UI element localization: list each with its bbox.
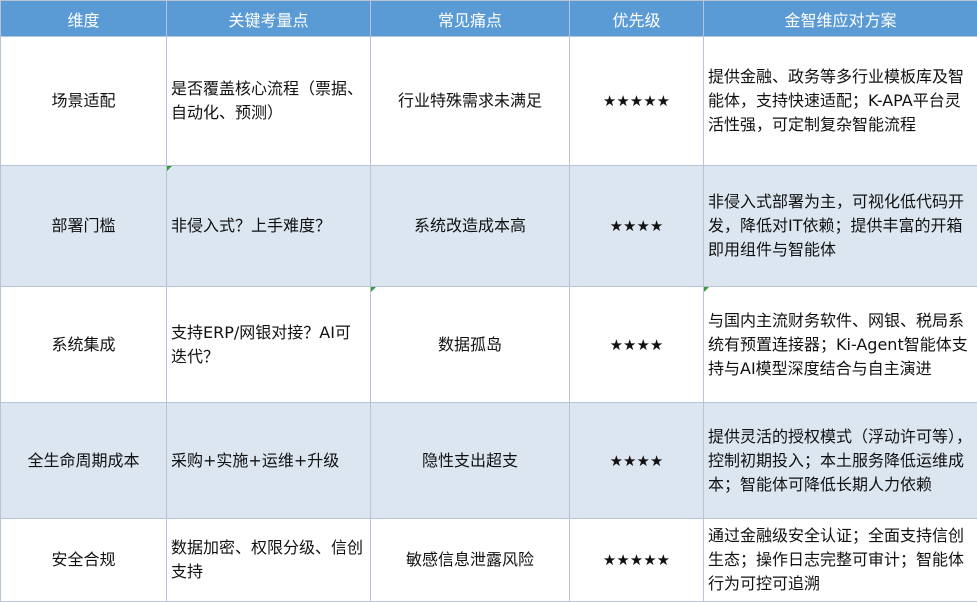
cell-solution: 通过金融级安全认证；全面支持信创生态；操作日志完整可审计；智能体行为可控可追溯 xyxy=(704,519,977,602)
header-considerations: 关键考量点 xyxy=(167,1,371,37)
cell-dimension: 部署门槛 xyxy=(1,166,167,287)
table-row: 系统集成 支持ERP/网银对接？AI可迭代？ 数据孤岛 ★★★★ 与国内主流财务… xyxy=(1,287,977,403)
comparison-table: 维度 关键考量点 常见痛点 优先级 金智维应对方案 场景适配 是否覆盖核心流程（… xyxy=(0,0,977,602)
cell-priority-stars: ★★★★ xyxy=(570,287,704,403)
table-row: 安全合规 数据加密、权限分级、信创支持 敏感信息泄露风险 ★★★★★ 通过金融级… xyxy=(1,519,977,602)
cell-dimension: 系统集成 xyxy=(1,287,167,403)
cell-dimension: 全生命周期成本 xyxy=(1,403,167,519)
cell-considerations: 采购+实施+运维+升级 xyxy=(167,403,371,519)
cell-considerations: 支持ERP/网银对接？AI可迭代？ xyxy=(167,287,371,403)
table-row: 部署门槛 非侵入式？上手难度？ 系统改造成本高 ★★★★ 非侵入式部署为主，可视… xyxy=(1,166,977,287)
cell-pain-point: 隐性支出超支 xyxy=(371,403,570,519)
cell-solution: 非侵入式部署为主，可视化低代码开发，降低对IT依赖；提供丰富的开箱即用组件与智能… xyxy=(704,166,977,287)
cell-dimension: 场景适配 xyxy=(1,37,167,166)
cell-considerations: 是否覆盖核心流程（票据、自动化、预测） xyxy=(167,37,371,166)
cell-considerations: 非侵入式？上手难度？ xyxy=(167,166,371,287)
cell-dimension: 安全合规 xyxy=(1,519,167,602)
cell-solution: 提供金融、政务等多行业模板库及智能体，支持快速适配；K-APA平台灵活性强，可定… xyxy=(704,37,977,166)
cell-considerations: 数据加密、权限分级、信创支持 xyxy=(167,519,371,602)
table-header-row: 维度 关键考量点 常见痛点 优先级 金智维应对方案 xyxy=(1,1,977,37)
cell-pain-point: 行业特殊需求未满足 xyxy=(371,37,570,166)
cell-priority-stars: ★★★★★ xyxy=(570,519,704,602)
cell-priority-stars: ★★★★ xyxy=(570,403,704,519)
header-pain-point: 常见痛点 xyxy=(371,1,570,37)
header-solution: 金智维应对方案 xyxy=(704,1,977,37)
cell-pain-point: 敏感信息泄露风险 xyxy=(371,519,570,602)
cell-priority-stars: ★★★★★ xyxy=(570,37,704,166)
header-priority: 优先级 xyxy=(570,1,704,37)
cell-solution: 与国内主流财务软件、网银、税局系统有预置连接器；Ki-Agent智能体支持与AI… xyxy=(704,287,977,403)
table-row: 场景适配 是否覆盖核心流程（票据、自动化、预测） 行业特殊需求未满足 ★★★★★… xyxy=(1,37,977,166)
cell-pain-point: 数据孤岛 xyxy=(371,287,570,403)
cell-priority-stars: ★★★★ xyxy=(570,166,704,287)
cell-solution: 提供灵活的授权模式（浮动许可等），控制初期投入；本土服务降低运维成本；智能体可降… xyxy=(704,403,977,519)
header-dimension: 维度 xyxy=(1,1,167,37)
cell-pain-point: 系统改造成本高 xyxy=(371,166,570,287)
table-row: 全生命周期成本 采购+实施+运维+升级 隐性支出超支 ★★★★ 提供灵活的授权模… xyxy=(1,403,977,519)
